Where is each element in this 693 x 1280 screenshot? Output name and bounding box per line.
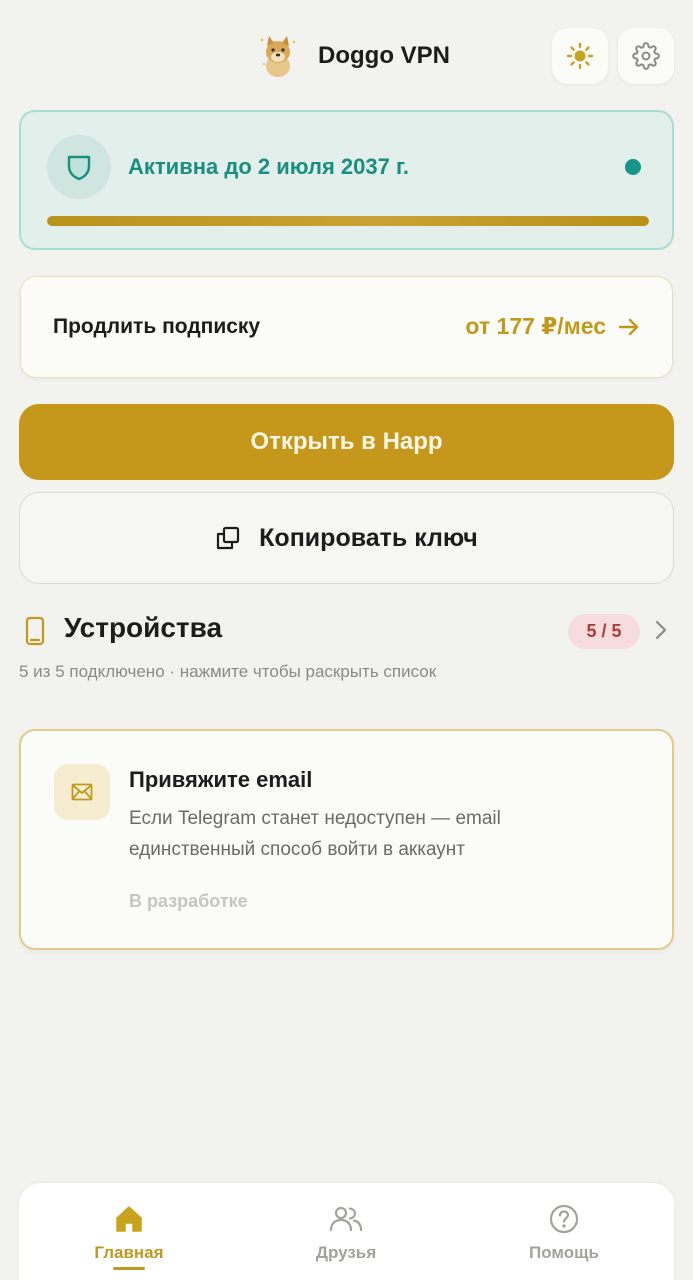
app-header: Doggo VPN: [0, 0, 693, 112]
nav-label-friends: Друзья: [315, 1243, 377, 1262]
subscription-progress-bar: [47, 216, 649, 226]
help-icon: [549, 1201, 579, 1237]
copy-key-button[interactable]: Копировать ключ: [19, 492, 674, 584]
shield-icon: [47, 135, 111, 199]
brand: Doggo VPN: [258, 34, 450, 78]
arrow-right-icon: [618, 313, 642, 341]
nav-label-help: Помощь: [529, 1243, 599, 1262]
renew-price: от 177 ₽/мес: [465, 313, 606, 339]
nav-item-home[interactable]: Главная: [54, 1201, 204, 1270]
users-icon: [329, 1201, 363, 1237]
nav-item-friends[interactable]: Друзья: [271, 1201, 421, 1263]
nav-item-help[interactable]: Помощь: [489, 1201, 639, 1263]
renew-label: Продлить подписку: [53, 315, 261, 338]
open-in-happ-button[interactable]: Открыть в Happ: [19, 404, 674, 480]
envelope-icon: [54, 764, 110, 820]
renew-subscription-card[interactable]: Продлить подписку от 177 ₽/мес: [20, 276, 673, 378]
settings-button[interactable]: [618, 28, 674, 84]
sun-icon: [566, 42, 594, 70]
progress-fill: [47, 216, 649, 226]
subscription-status-card: Активна до 2 июля 2037 г.: [19, 110, 674, 250]
copy-key-label: Копировать ключ: [259, 523, 478, 552]
subscription-status-text: Активна до 2 июля 2037 г.: [128, 154, 410, 179]
devices-subtitle: 5 из 5 подключено · нажмите чтобы раскры…: [19, 662, 437, 681]
bind-email-card: Привяжите email Если Telegram станет нед…: [19, 729, 674, 950]
copy-icon: [217, 526, 240, 550]
gear-icon: [632, 42, 660, 70]
chevron-right-icon: [655, 620, 667, 640]
app-title: Doggo VPN: [318, 42, 450, 69]
theme-toggle-button[interactable]: [552, 28, 608, 84]
bottom-nav: Главная Друзья Помощь: [19, 1183, 674, 1280]
devices-header[interactable]: Устройства 5 / 5: [19, 608, 674, 654]
email-card-title: Привяжите email: [129, 767, 313, 792]
nav-label-home: Главная: [94, 1243, 164, 1262]
devices-count-badge: 5 / 5: [568, 614, 640, 649]
status-dot: [625, 159, 641, 175]
home-icon: [114, 1201, 144, 1237]
doge-logo-icon: [258, 34, 298, 78]
phone-icon: [25, 616, 45, 646]
devices-title: Устройства: [64, 612, 223, 643]
active-tab-indicator: [113, 1267, 145, 1270]
open-in-happ-label: Открыть в Happ: [250, 428, 443, 455]
email-card-status: В разработке: [129, 891, 248, 911]
email-card-description: Если Telegram станет недоступен — email …: [129, 808, 501, 860]
